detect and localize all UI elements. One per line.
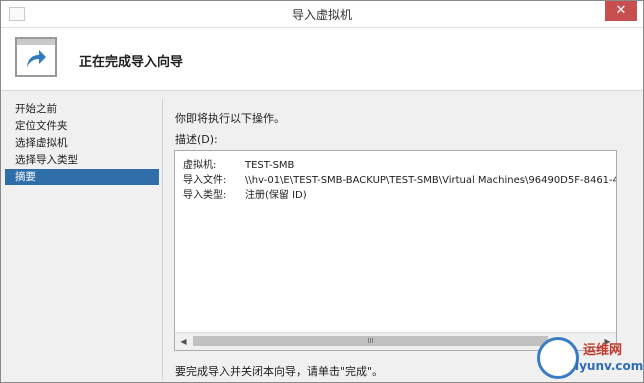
nav-item-select-vm[interactable]: 选择虚拟机: [5, 135, 159, 151]
nav-item-import-type[interactable]: 选择导入类型: [5, 152, 159, 168]
intro-text: 你即将执行以下操作。: [175, 112, 285, 125]
wizard-header: 正在完成导入向导: [1, 28, 643, 91]
summary-row-import-file: 导入文件: \\hv-01\E\TEST-SMB-BACKUP\TEST-SMB\…: [183, 171, 616, 186]
summary-row-import-type: 导入类型: 注册(保留 ID): [183, 186, 307, 201]
watermark-top-text: 运维网: [583, 343, 623, 358]
watermark-bottom-text: iyunv.com: [575, 359, 644, 373]
page-title: 正在完成导入向导: [79, 55, 184, 70]
description-textbox[interactable]: 虚拟机: TEST-SMB 导入文件: \\hv-01\E\TEST-SMB-BAC…: [174, 150, 617, 351]
row-value: TEST-SMB: [245, 160, 295, 171]
panel-divider: [162, 99, 163, 379]
title-bar: 导入虚拟机 ✕: [1, 1, 643, 28]
nav-item-before-you-begin[interactable]: 开始之前: [5, 101, 159, 117]
dialog-window: 导入虚拟机 ✕ 正在完成导入向导 开始之前 定位文件夹 选择虚拟机 选择导入类型…: [0, 0, 644, 383]
wizard-steps-nav: 开始之前 定位文件夹 选择虚拟机 选择导入类型 摘要: [5, 101, 159, 186]
watermark-circle-icon: [537, 337, 579, 379]
summary-row-vm: 虚拟机: TEST-SMB: [183, 156, 294, 171]
wizard-arrow-icon: [15, 37, 57, 77]
watermark-logo: 运维网 iyunv.com: [533, 333, 644, 381]
row-key: 导入文件:: [183, 175, 227, 186]
scroll-thumb[interactable]: III: [193, 336, 548, 346]
close-button[interactable]: ✕: [605, 1, 637, 21]
scroll-left-icon[interactable]: ◀: [175, 333, 192, 350]
nav-item-locate-folder[interactable]: 定位文件夹: [5, 118, 159, 134]
nav-item-summary[interactable]: 摘要: [5, 169, 159, 185]
row-value: \\hv-01\E\TEST-SMB-BACKUP\TEST-SMB\Virtu…: [245, 175, 616, 186]
footer-instruction: 要完成导入并关闭本向导，请单击"完成"。: [175, 365, 384, 378]
row-key: 导入类型:: [183, 190, 227, 201]
row-key: 虚拟机:: [183, 160, 217, 171]
row-value: 注册(保留 ID): [245, 190, 307, 201]
window-title: 导入虚拟机: [291, 8, 352, 22]
description-label: 描述(D):: [175, 133, 218, 146]
